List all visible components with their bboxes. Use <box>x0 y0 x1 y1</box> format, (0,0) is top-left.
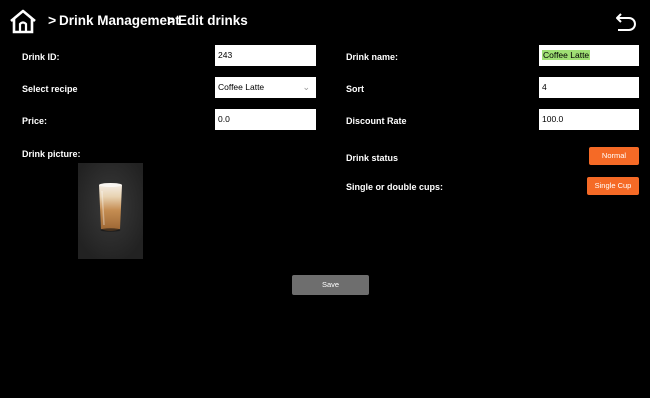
select-recipe-label: Select recipe <box>22 84 78 94</box>
drink-status-label: Drink status <box>346 153 399 163</box>
drink-name-field[interactable]: Coffee Latte <box>539 45 639 66</box>
breadcrumb-separator: > <box>48 12 57 28</box>
discount-rate-label: Discount Rate <box>346 116 407 126</box>
breadcrumb-separator: > <box>167 12 176 28</box>
price-field[interactable]: 0.0 <box>215 109 316 130</box>
recipe-select[interactable]: Coffee Latte ⌄ <box>215 77 316 98</box>
sort-field[interactable]: 4 <box>539 77 639 98</box>
drink-status-button[interactable]: Normal <box>589 147 639 165</box>
drink-name-label: Drink name: <box>346 52 399 62</box>
breadcrumb-drink-management[interactable]: Drink Management <box>59 13 180 28</box>
drink-picture[interactable] <box>78 163 143 259</box>
latte-glass-image <box>78 163 143 259</box>
cups-label: Single or double cups: <box>346 182 444 192</box>
drink-id-field[interactable]: 243 <box>215 45 316 66</box>
drink-id-label: Drink ID: <box>22 52 60 62</box>
sort-label: Sort <box>346 84 364 94</box>
breadcrumb-edit-drinks: Edit drinks <box>178 13 248 28</box>
discount-rate-field[interactable]: 100.0 <box>539 109 639 130</box>
cup-type-button[interactable]: Single Cup <box>587 177 639 195</box>
drink-picture-label: Drink picture: <box>22 149 81 159</box>
save-button[interactable]: Save <box>292 275 369 295</box>
drink-name-value: Coffee Latte <box>542 50 591 60</box>
home-icon[interactable] <box>8 8 38 34</box>
recipe-select-value: Coffee Latte <box>218 82 265 92</box>
chevron-down-icon: ⌄ <box>302 82 310 92</box>
price-label: Price: <box>22 116 48 126</box>
header-bar: > Drink Management > Edit drinks <box>0 0 650 42</box>
back-icon[interactable] <box>614 10 638 32</box>
